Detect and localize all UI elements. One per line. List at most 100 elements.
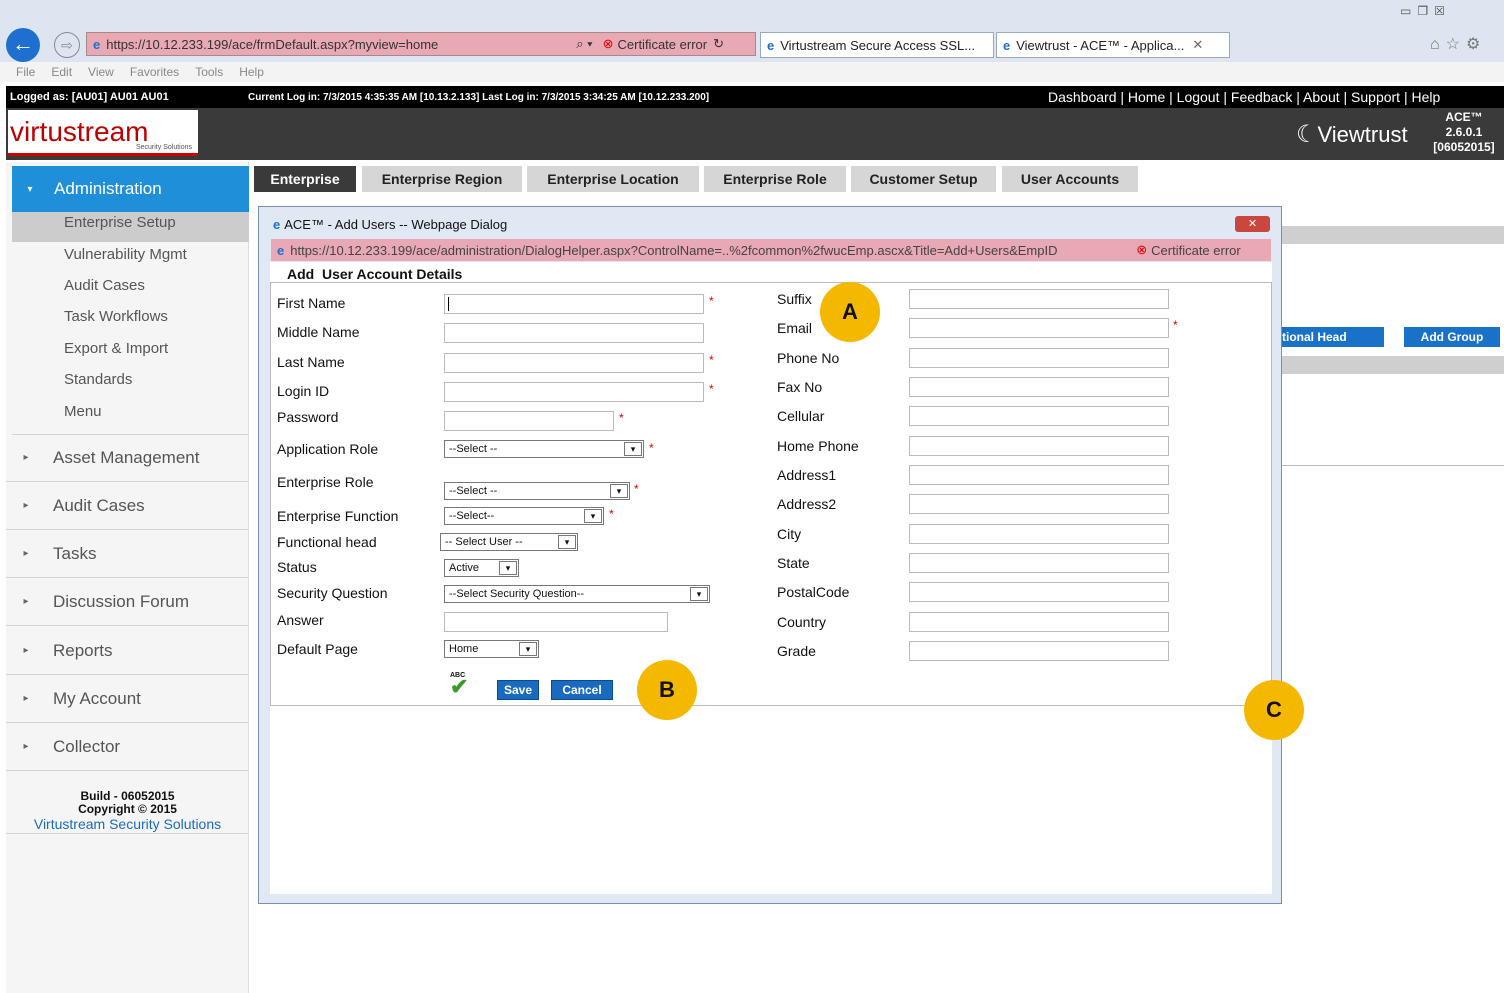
caret-right-icon: ▸ xyxy=(23,452,29,463)
phone-no-field[interactable] xyxy=(909,348,1169,368)
favorites-icon[interactable]: ☆ xyxy=(1446,36,1466,53)
middle-name-field[interactable] xyxy=(444,323,704,343)
label-address2: Address2 xyxy=(777,496,837,512)
default-page-select[interactable]: Home ▾ xyxy=(444,640,539,658)
state-field[interactable] xyxy=(909,553,1169,573)
last-name-field[interactable] xyxy=(444,353,704,373)
top-links[interactable]: Dashboard | Home | Logout | Feedback | A… xyxy=(1048,89,1440,105)
minimize-icon[interactable]: ▭ xyxy=(1400,4,1417,18)
ie-icon: e xyxy=(93,36,101,52)
save-button[interactable]: Save xyxy=(497,680,539,700)
tab-enterprise-region[interactable]: Enterprise Region xyxy=(362,166,522,192)
sidebar-sub-standards[interactable]: Standards xyxy=(64,371,132,388)
tab-label: Virtustream Secure Access SSL... xyxy=(780,37,976,53)
functional-head-button[interactable]: tional Head xyxy=(1280,327,1384,347)
tab-enterprise-location[interactable]: Enterprise Location xyxy=(527,166,699,192)
menu-view[interactable]: View xyxy=(88,65,114,79)
cellular-field[interactable] xyxy=(909,406,1169,426)
answer-field[interactable] xyxy=(444,612,668,632)
tab-enterprise[interactable]: Enterprise xyxy=(254,166,356,192)
home-phone-field[interactable] xyxy=(909,436,1169,456)
version-number: 2.6.0.1 xyxy=(1445,125,1483,139)
sidebar-item-administration[interactable]: ▾ Administration xyxy=(12,166,249,212)
tab-customer-setup[interactable]: Customer Setup xyxy=(851,166,996,192)
search-icon[interactable]: ⌕ ▾ xyxy=(576,36,592,52)
sidebar-item-asset-management[interactable]: ▸ Asset Management xyxy=(6,434,249,482)
tab-virtustream[interactable]: e Virtustream Secure Access SSL... xyxy=(760,32,994,58)
viewtrust-swoosh-icon: ☾ xyxy=(1296,121,1318,148)
tab-enterprise-role[interactable]: Enterprise Role xyxy=(704,166,846,192)
tab-viewtrust[interactable]: e Viewtrust - ACE™ - Applica... ✕ xyxy=(996,32,1230,58)
label-security-question: Security Question xyxy=(277,585,388,601)
label-application-role: Application Role xyxy=(277,441,379,457)
login-info: Current Log in: 7/3/2015 4:35:35 AM [10.… xyxy=(248,91,710,103)
email-field[interactable] xyxy=(909,318,1169,338)
back-icon[interactable]: ← xyxy=(6,28,40,62)
sidebar-item-discussion-forum[interactable]: ▸ Discussion Forum xyxy=(6,578,249,626)
sidebar-sub-vulnerability[interactable]: Vulnerability Mgmt xyxy=(64,246,187,263)
functional-head-select[interactable]: -- Select User -- ▾ xyxy=(440,533,578,551)
status-select[interactable]: Active ▾ xyxy=(444,559,519,577)
password-field[interactable] xyxy=(444,411,614,431)
sidebar-item-collector[interactable]: ▸ Collector xyxy=(6,723,249,771)
grade-field[interactable] xyxy=(909,641,1169,661)
home-icon[interactable]: ⌂ xyxy=(1430,36,1446,53)
sidebar-sub-task-workflows[interactable]: Task Workflows xyxy=(64,308,168,325)
dialog-url: https://10.12.233.199/ace/administration… xyxy=(290,242,1058,258)
postal-code-field[interactable] xyxy=(909,582,1169,602)
menu-file[interactable]: File xyxy=(16,65,35,79)
restore-icon[interactable]: ❐ xyxy=(1417,4,1434,18)
add-group-button[interactable]: Add Group xyxy=(1404,327,1500,347)
close-tab-icon[interactable]: ✕ xyxy=(1192,37,1203,53)
address-bar[interactable]: e https://10.12.233.199/ace/frmDefault.a… xyxy=(86,32,756,56)
forward-icon[interactable]: ⇨ xyxy=(54,32,80,58)
country-field[interactable] xyxy=(909,612,1169,632)
dialog-cert-error[interactable]: Certificate error xyxy=(1151,243,1241,258)
sidebar-item-my-account[interactable]: ▸ My Account xyxy=(6,675,249,723)
annotation-badge-c: C xyxy=(1244,680,1304,740)
label-last-name: Last Name xyxy=(277,354,345,370)
sidebar-item-reports[interactable]: ▸ Reports xyxy=(6,627,249,675)
sidebar-sub-export-import[interactable]: Export & Import xyxy=(64,340,168,357)
sidebar-item-tasks[interactable]: ▸ Tasks xyxy=(6,530,249,578)
menu-favorites[interactable]: Favorites xyxy=(130,65,179,79)
close-icon[interactable]: ✕ xyxy=(1235,216,1270,232)
logged-as: Logged as: [AU01] AU01 AU01 xyxy=(10,91,169,103)
required-marker: * xyxy=(609,507,614,521)
application-role-select[interactable]: --Select -- ▾ xyxy=(444,440,644,458)
address1-field[interactable] xyxy=(909,465,1169,485)
cancel-button[interactable]: Cancel xyxy=(551,680,613,700)
spellcheck-icon[interactable]: ABC ✔ xyxy=(448,672,476,699)
logo-sub: Security Solutions xyxy=(135,144,192,151)
enterprise-role-select[interactable]: --Select -- ▾ xyxy=(444,482,630,500)
caret-right-icon: ▸ xyxy=(23,645,29,656)
security-question-select[interactable]: --Select Security Question-- ▾ xyxy=(444,585,710,603)
close-window-icon[interactable]: ☒ xyxy=(1434,4,1451,18)
menu-edit[interactable]: Edit xyxy=(51,65,72,79)
sidebar-sub-enterprise-setup[interactable]: Enterprise Setup xyxy=(64,214,176,231)
fax-no-field[interactable] xyxy=(909,377,1169,397)
address2-field[interactable] xyxy=(909,494,1169,514)
sidebar-item-label: Reports xyxy=(53,640,113,660)
footer-company-link[interactable]: Virtustream Security Solutions xyxy=(6,817,249,831)
enterprise-function-select[interactable]: --Select-- ▾ xyxy=(444,507,604,525)
gear-icon[interactable]: ⚙ xyxy=(1466,36,1486,53)
suffix-field[interactable] xyxy=(909,289,1169,309)
login-id-field[interactable] xyxy=(444,382,704,402)
cert-error-label[interactable]: Certificate error xyxy=(618,37,708,52)
refresh-icon[interactable]: ↻ xyxy=(713,36,724,52)
sidebar-sub-menu[interactable]: Menu xyxy=(64,403,102,420)
menu-tools[interactable]: Tools xyxy=(195,65,223,79)
label-status: Status xyxy=(277,559,317,575)
menu-help[interactable]: Help xyxy=(239,65,264,79)
sidebar-sub-audit-cases[interactable]: Audit Cases xyxy=(64,277,145,294)
required-marker: * xyxy=(709,294,714,308)
select-value: -- Select User -- xyxy=(445,536,523,548)
sidebar-item-audit-cases[interactable]: ▸ Audit Cases xyxy=(6,482,249,530)
first-name-field[interactable] xyxy=(444,294,704,314)
brand-name: Viewtrust xyxy=(1317,122,1408,147)
tab-user-accounts[interactable]: User Accounts xyxy=(1002,166,1138,192)
required-marker: * xyxy=(709,382,714,396)
city-field[interactable] xyxy=(909,524,1169,544)
label-enterprise-function: Enterprise Function xyxy=(277,508,399,524)
